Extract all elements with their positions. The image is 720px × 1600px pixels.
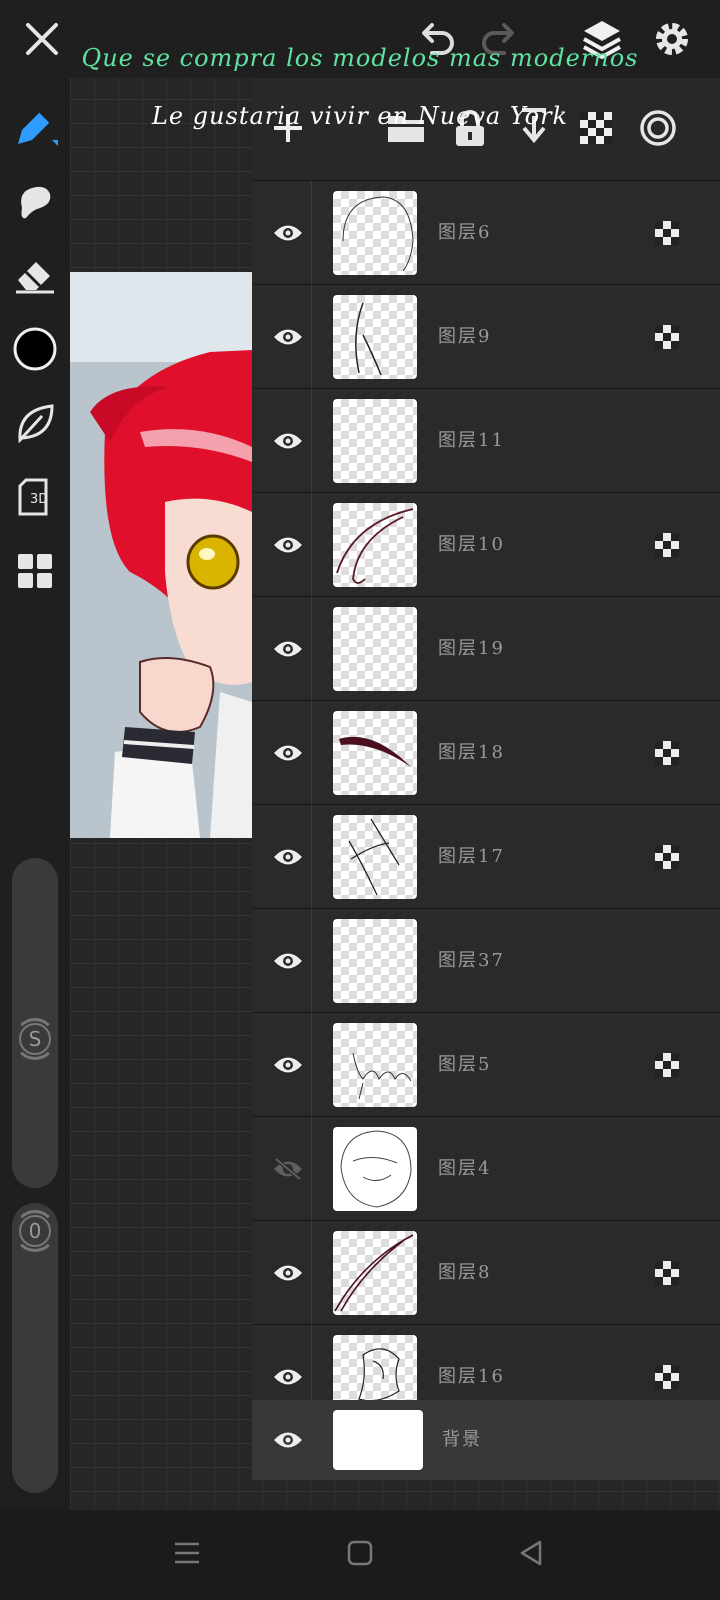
- color-picker[interactable]: [12, 326, 58, 372]
- alpha-lock-indicator-icon: [655, 1053, 679, 1077]
- layer-name: 图层18: [438, 742, 505, 763]
- eye-icon[interactable]: [262, 389, 314, 493]
- divider: [311, 1221, 312, 1325]
- eye-icon[interactable]: [262, 181, 314, 285]
- layer-thumbnail: [333, 191, 417, 275]
- layer-name: 图层5: [438, 1054, 492, 1075]
- divider: [311, 909, 312, 1013]
- layer-name: 图层19: [438, 638, 505, 659]
- layer-name: 图层8: [438, 1262, 492, 1283]
- system-nav-bar: [0, 1510, 720, 1600]
- eye-hidden-icon[interactable]: [262, 1117, 314, 1221]
- 3d-label: 3D: [30, 492, 49, 507]
- eye-icon[interactable]: [262, 909, 314, 1013]
- layer-thumbnail: [333, 1127, 417, 1211]
- layer-thumbnail: [333, 1335, 417, 1400]
- divider: [311, 1013, 312, 1117]
- back-icon[interactable]: [516, 1538, 546, 1568]
- layer-thumbnail: [333, 503, 417, 587]
- recents-icon[interactable]: [172, 1538, 202, 1568]
- opacity-slider-label: 0: [19, 1215, 51, 1247]
- 3d-model-icon[interactable]: 3D: [12, 474, 58, 520]
- layer-thumbnail: [333, 607, 417, 691]
- divider: [311, 493, 312, 597]
- layer-row[interactable]: 图层9: [252, 284, 720, 389]
- layer-name: 图层9: [438, 326, 492, 347]
- alpha-lock-indicator-icon: [655, 533, 679, 557]
- eye-icon[interactable]: [262, 1221, 314, 1325]
- layer-name: 图层6: [438, 222, 492, 243]
- layer-row[interactable]: 图层11: [252, 388, 720, 493]
- layer-row[interactable]: 图层4: [252, 1116, 720, 1221]
- layer-thumbnail: [333, 295, 417, 379]
- layer-row[interactable]: 图层19: [252, 596, 720, 701]
- layer-row[interactable]: 图层8: [252, 1220, 720, 1325]
- layer-row[interactable]: 图层37: [252, 908, 720, 1013]
- layer-row[interactable]: 图层16: [252, 1324, 720, 1400]
- layer-thumbnail: [333, 815, 417, 899]
- background-thumbnail: [333, 1410, 423, 1470]
- layer-panel: 图层6 图层9 图层11 图层10 图层19 图层18 图层17 图层37 图层…: [252, 78, 720, 1480]
- brush-size-slider[interactable]: S: [12, 858, 58, 1188]
- layer-thumbnail: [333, 1023, 417, 1107]
- layer-thumbnail: [333, 711, 417, 795]
- layer-row[interactable]: 图层17: [252, 804, 720, 909]
- layer-row[interactable]: 图层5: [252, 1012, 720, 1117]
- layer-name: 图层11: [438, 430, 505, 451]
- layer-name: 背景: [442, 1429, 482, 1450]
- layer-thumbnail: [333, 1231, 417, 1315]
- divider: [311, 181, 312, 285]
- eraser-tool-icon[interactable]: [12, 252, 58, 298]
- layer-name: 图层37: [438, 950, 505, 971]
- brush-opacity-slider[interactable]: 0: [12, 1203, 58, 1493]
- eye-icon[interactable]: [262, 701, 314, 805]
- left-toolbar: 3D S 0: [0, 78, 70, 1510]
- divider: [311, 389, 312, 493]
- materials-icon[interactable]: [12, 548, 58, 594]
- size-slider-label: S: [19, 1023, 51, 1055]
- eye-icon[interactable]: [262, 805, 314, 909]
- eye-icon[interactable]: [262, 1013, 314, 1117]
- divider: [311, 701, 312, 805]
- eye-icon[interactable]: [262, 597, 314, 701]
- layer-list[interactable]: 图层6 图层9 图层11 图层10 图层19 图层18 图层17 图层37 图层…: [252, 180, 720, 1400]
- eye-icon[interactable]: [262, 1400, 314, 1480]
- divider: [311, 1325, 312, 1400]
- divider: [311, 597, 312, 701]
- alpha-lock-indicator-icon: [655, 1261, 679, 1285]
- smudge-tool-icon[interactable]: [12, 178, 58, 224]
- subtitle-line-2: Le gustaria vivir en Nueva York: [151, 102, 569, 130]
- eye-icon[interactable]: [262, 285, 314, 389]
- divider: [311, 1117, 312, 1221]
- divider: [311, 285, 312, 389]
- layer-name: 图层4: [438, 1158, 492, 1179]
- layer-thumbnail: [333, 919, 417, 1003]
- layer-thumbnail: [333, 399, 417, 483]
- shape-tool-icon[interactable]: [12, 400, 58, 446]
- divider: [311, 805, 312, 909]
- eye-icon[interactable]: [262, 1325, 314, 1400]
- layer-row[interactable]: 图层18: [252, 700, 720, 805]
- home-icon[interactable]: [345, 1538, 375, 1568]
- alpha-lock-indicator-icon: [655, 221, 679, 245]
- layer-name: 图层10: [438, 534, 505, 555]
- character-drawing: [70, 272, 252, 838]
- layer-name: 图层16: [438, 1366, 505, 1387]
- subtitle-line-1: Que se compra los modelos mas modernos: [81, 44, 639, 72]
- alpha-lock-indicator-icon: [655, 325, 679, 349]
- alpha-lock-indicator-icon: [655, 741, 679, 765]
- layer-name: 图层17: [438, 846, 505, 867]
- eye-icon[interactable]: [262, 493, 314, 597]
- artwork-preview[interactable]: [70, 272, 252, 838]
- layer-row[interactable]: 图层6: [252, 180, 720, 285]
- alpha-lock-indicator-icon: [655, 845, 679, 869]
- alpha-lock-indicator-icon: [655, 1365, 679, 1389]
- layer-row[interactable]: 图层10: [252, 492, 720, 597]
- background-layer-row[interactable]: 背景: [252, 1400, 720, 1480]
